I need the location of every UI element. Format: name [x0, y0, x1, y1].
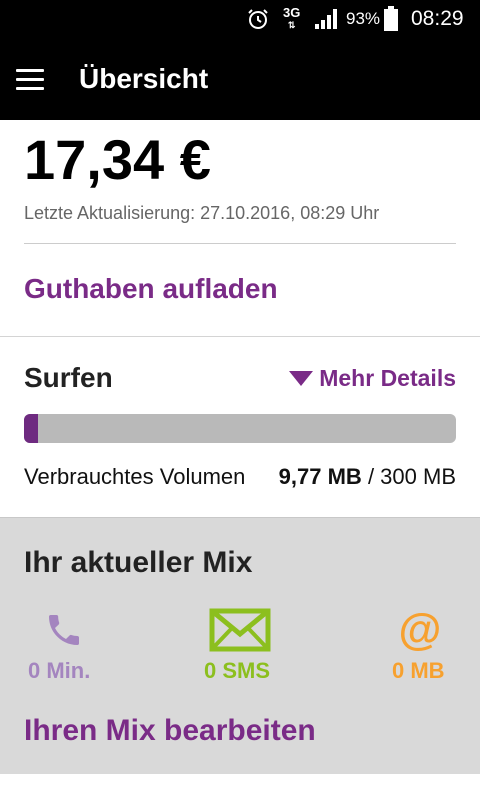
used-value: 9,77 MB	[278, 464, 362, 489]
mix-item-data: @ 0 MB	[336, 605, 476, 696]
topup-link[interactable]: Guthaben aufladen	[24, 273, 278, 305]
page-title: Übersicht	[79, 63, 209, 94]
minutes-value: 0 Min.	[28, 658, 91, 683]
signal-icon	[314, 0, 340, 38]
mix-item-sms: 0 SMS	[170, 606, 310, 696]
balance-amount: 17,34 €	[24, 128, 211, 191]
surfen-card: Surfen Mehr Details Verbrauchtes Volumen…	[0, 337, 480, 517]
sms-value: 0 SMS	[204, 658, 271, 683]
battery-icon	[383, 0, 399, 38]
phone-icon	[40, 606, 88, 654]
battery-percent: 93%	[346, 9, 381, 28]
divider	[24, 243, 456, 244]
more-details-label: Mehr Details	[319, 365, 456, 391]
mix-title: Ihr aktueller Mix	[24, 546, 253, 579]
data-value: 0 MB	[392, 658, 445, 683]
hamburger-menu-icon[interactable]	[16, 62, 50, 96]
more-details-button[interactable]: Mehr Details	[289, 365, 456, 392]
app-bar: Übersicht	[0, 38, 480, 120]
used-volume-value: 9,77 MB / 300 MB	[279, 464, 456, 490]
network-type: 3G	[283, 5, 301, 20]
mix-card: Ihr aktueller Mix 0 Min. 0 SMS @ 0 MB Ih…	[0, 518, 480, 774]
alarm-icon	[246, 0, 270, 38]
at-icon: @	[398, 605, 442, 654]
surfen-title: Surfen	[24, 362, 113, 393]
envelope-icon	[208, 606, 272, 654]
mix-item-minutes: 0 Min.	[24, 606, 164, 696]
edit-mix-link[interactable]: Ihren Mix bearbeiten	[24, 714, 316, 748]
bottom-strip	[0, 774, 480, 800]
clock: 08:29	[411, 7, 464, 30]
network-indicator: 3G ⇅	[283, 0, 300, 38]
triangle-down-icon	[289, 371, 314, 386]
total-value: / 300 MB	[367, 464, 456, 489]
used-volume-label: Verbrauchtes Volumen	[24, 464, 246, 489]
status-bar: 3G ⇅ 93% 08:29	[0, 0, 480, 38]
data-usage-bar	[24, 414, 456, 443]
data-usage-fill	[24, 414, 39, 443]
balance-card: 17,34 € Letzte Aktualisierung: 27.10.201…	[0, 120, 480, 336]
last-update-text: Letzte Aktualisierung: 27.10.2016, 08:29…	[24, 203, 380, 223]
data-arrows-icon: ⇅	[287, 20, 296, 30]
